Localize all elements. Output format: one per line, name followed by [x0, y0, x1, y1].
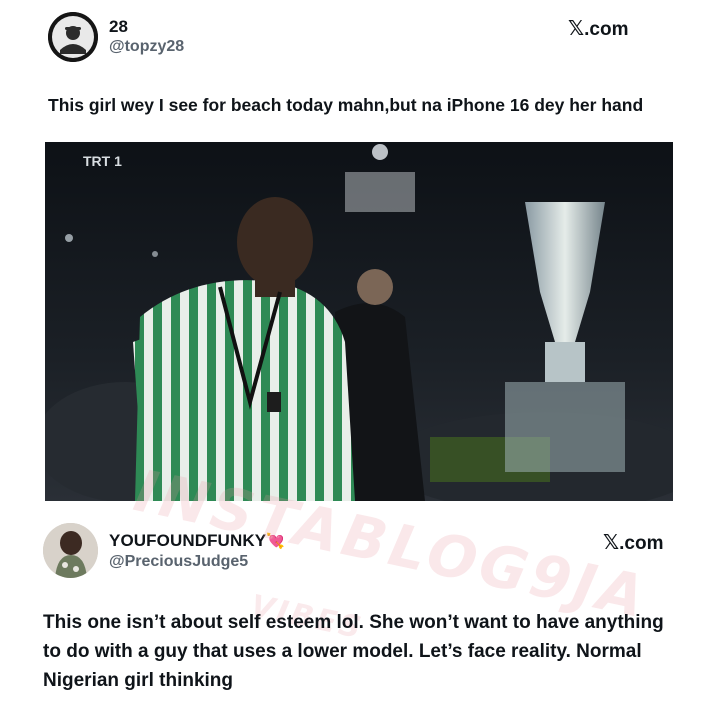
tweet2-display-name[interactable]: YOUFOUNDFUNKY💘 [109, 531, 285, 551]
tweet2-display-name-text: YOUFOUNDFUNKY [109, 531, 267, 550]
tweet1-source-label: .com [584, 19, 629, 40]
tweet2-source-label: .com [619, 533, 664, 554]
tweet2-text: This one isn’t about self esteem lol. Sh… [43, 612, 664, 691]
default-avatar-icon [48, 12, 98, 62]
topzy28-avatar[interactable] [48, 12, 98, 62]
tweet1-handle[interactable]: @topzy28 [109, 38, 184, 56]
tweet1-media[interactable]: TRT 1 [45, 142, 673, 501]
tweet2-source: 𝕏.com [603, 530, 663, 555]
video-still-image: TRT 1 [45, 142, 673, 501]
tweet2-handle[interactable]: @PreciousJudge5 [109, 553, 248, 571]
profile-photo-icon [43, 523, 98, 578]
x-logo-icon: 𝕏 [603, 532, 620, 554]
broadcaster-logo: TRT 1 [83, 153, 122, 169]
preciousjudge5-avatar[interactable] [43, 523, 98, 578]
x-logo-icon: 𝕏 [568, 18, 585, 40]
tweet1-text: This girl wey I see for beach today mahn… [48, 95, 644, 115]
tweet1-source: 𝕏.com [568, 16, 628, 41]
heart-arrow-icon: 💘 [266, 533, 285, 550]
tweet1-display-name[interactable]: 28 [109, 17, 128, 37]
